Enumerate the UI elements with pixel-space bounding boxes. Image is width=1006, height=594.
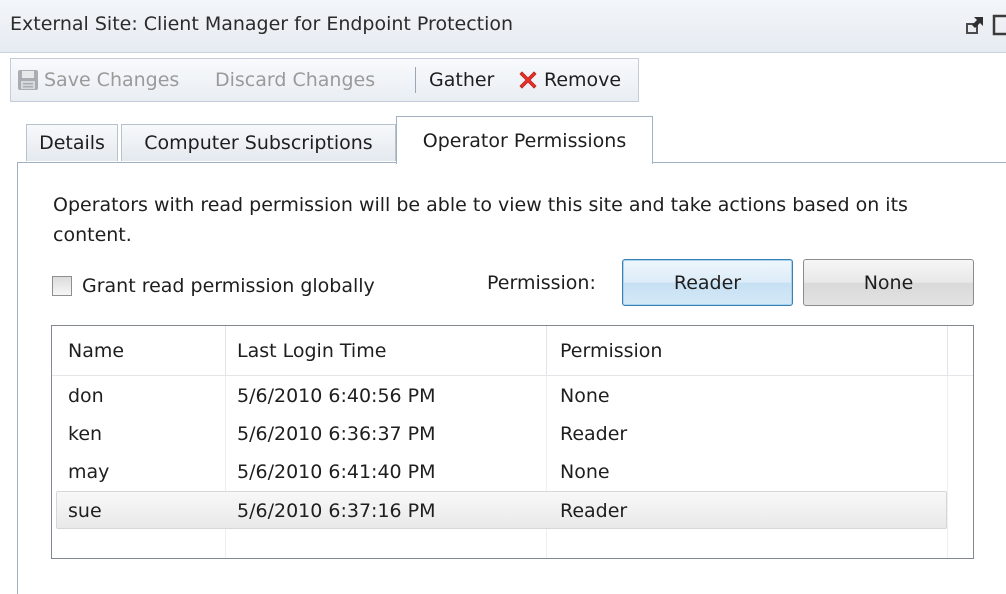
floppy-disk-icon xyxy=(18,70,38,90)
column-divider[interactable] xyxy=(546,326,547,375)
column-header-last-login[interactable]: Last Login Time xyxy=(237,326,386,375)
window-title: External Site: Client Manager for Endpoi… xyxy=(10,13,514,35)
restore-icon[interactable] xyxy=(992,14,1006,36)
column-divider[interactable] xyxy=(947,326,948,375)
cell-permission: Reader xyxy=(560,500,628,522)
toolbar-separator xyxy=(415,67,416,93)
grant-global-checkbox[interactable] xyxy=(52,276,72,296)
toolbar: Save Changes Discard Changes Gather Remo… xyxy=(10,58,639,102)
table-row[interactable]: may 5/6/2010 6:41:40 PM None xyxy=(52,453,973,491)
title-bar: External Site: Client Manager for Endpoi… xyxy=(0,0,1006,53)
cell-name: may xyxy=(68,461,110,483)
popout-icon[interactable] xyxy=(964,14,986,36)
grant-global-label[interactable]: Grant read permission globally xyxy=(82,275,375,297)
permission-label: Permission: xyxy=(487,272,596,294)
cell-permission: Reader xyxy=(560,423,628,445)
reader-button[interactable]: Reader xyxy=(622,259,793,306)
none-button[interactable]: None xyxy=(803,259,974,306)
column-header-name[interactable]: Name xyxy=(68,326,124,375)
discard-changes-label: Discard Changes xyxy=(215,69,376,91)
discard-changes-button[interactable]: Discard Changes xyxy=(215,59,375,101)
gather-button[interactable]: Gather xyxy=(429,59,494,101)
cell-permission: None xyxy=(560,461,610,483)
remove-label: Remove xyxy=(544,69,622,91)
operators-list[interactable]: Name Last Login Time Permission don 5/6/… xyxy=(51,325,974,559)
cell-last-login: 5/6/2010 6:40:56 PM xyxy=(237,385,436,407)
cell-name: sue xyxy=(68,500,102,522)
save-changes-label: Save Changes xyxy=(44,69,180,91)
table-row-selected[interactable]: sue 5/6/2010 6:37:16 PM Reader xyxy=(56,491,947,529)
column-divider[interactable] xyxy=(225,326,226,375)
save-changes-button[interactable]: Save Changes xyxy=(16,59,179,101)
permission-description: Operators with read permission will be a… xyxy=(53,194,908,246)
title-icons xyxy=(960,14,1006,36)
remove-button[interactable]: Remove xyxy=(516,59,621,101)
tab-computer-subscriptions[interactable]: Computer Subscriptions xyxy=(121,124,396,161)
list-header: Name Last Login Time Permission xyxy=(52,326,973,376)
column-header-permission[interactable]: Permission xyxy=(560,326,662,375)
cell-permission: None xyxy=(560,385,610,407)
grant-global-row: Grant read permission globally xyxy=(52,275,375,297)
cell-last-login: 5/6/2010 6:41:40 PM xyxy=(237,461,436,483)
tab-operator-permissions[interactable]: Operator Permissions xyxy=(396,116,653,164)
cell-name: ken xyxy=(68,423,103,445)
table-row[interactable]: ken 5/6/2010 6:36:37 PM Reader xyxy=(52,415,973,453)
cell-last-login: 5/6/2010 6:37:16 PM xyxy=(237,500,436,522)
cell-name: don xyxy=(68,385,104,407)
cell-last-login: 5/6/2010 6:36:37 PM xyxy=(237,423,436,445)
table-row[interactable]: don 5/6/2010 6:40:56 PM None xyxy=(52,377,973,415)
tab-details[interactable]: Details xyxy=(26,124,118,161)
gather-label: Gather xyxy=(429,69,495,91)
red-x-icon xyxy=(519,71,537,89)
